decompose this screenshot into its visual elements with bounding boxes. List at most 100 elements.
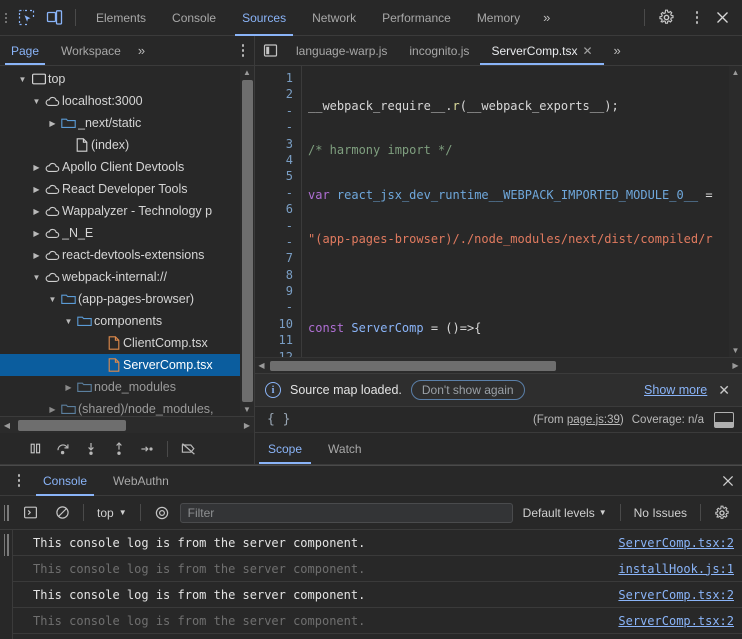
step-icon[interactable]	[134, 437, 160, 461]
code-text[interactable]: __webpack_require__.r(__webpack_exports_…	[301, 66, 742, 357]
chevron-right-icon[interactable]: ▶	[30, 251, 43, 260]
navigator-more-icon[interactable]: »	[132, 36, 151, 65]
tab-watch[interactable]: Watch	[315, 433, 375, 464]
editor-tab-incognito[interactable]: incognito.js	[398, 36, 480, 65]
scrollbar-thumb[interactable]	[18, 420, 126, 431]
show-drawer-icon[interactable]	[714, 412, 734, 428]
console-message-source-link[interactable]: ServerComp.tsx:2	[608, 614, 734, 628]
console-resize-handle[interactable]	[0, 530, 12, 639]
chevron-down-icon[interactable]: ▼	[62, 317, 75, 326]
console-message-row[interactable]: This console log is from the server comp…	[13, 608, 742, 634]
drawer-tab-webauthn[interactable]: WebAuthn	[100, 466, 182, 496]
console-message-row[interactable]: This console log is from the server comp…	[13, 530, 742, 556]
navigator-menu-icon[interactable]	[232, 36, 254, 65]
clear-console-icon[interactable]	[48, 500, 76, 526]
chevron-right-icon[interactable]: ▶	[30, 185, 43, 194]
deactivate-breakpoints-icon[interactable]	[175, 437, 201, 461]
tree-item-shared-node-modules[interactable]: ▶ (shared)/node_modules,	[0, 398, 254, 416]
drawer-menu-icon[interactable]	[8, 474, 30, 487]
tree-item-apollo-client-devtools[interactable]: ▶ Apollo Client Devtools	[0, 156, 254, 178]
inspect-element-icon[interactable]	[12, 5, 40, 31]
chevron-right-icon[interactable]: ▶	[46, 405, 59, 414]
tree-item-react-devtools-extensions[interactable]: ▶ react-devtools-extensions	[0, 244, 254, 266]
tree-item-wappalyzer[interactable]: ▶ Wappalyzer - Technology p	[0, 200, 254, 222]
tree-item-react-developer-tools[interactable]: ▶ React Developer Tools	[0, 178, 254, 200]
tree-item-node-modules[interactable]: ▶ node_modules	[0, 376, 254, 398]
scroll-left-icon[interactable]: ◀	[255, 361, 268, 370]
scrollbar-track[interactable]	[268, 361, 729, 371]
drawer-tab-console[interactable]: Console	[30, 466, 100, 496]
tree-item-app-pages-browser[interactable]: ▼ (app-pages-browser)	[0, 288, 254, 310]
tab-sources[interactable]: Sources	[229, 0, 299, 36]
console-message-source-link[interactable]: ServerComp.tsx:2	[608, 588, 734, 602]
chevron-right-icon[interactable]: ▶	[30, 207, 43, 216]
tab-performance[interactable]: Performance	[369, 0, 464, 36]
execution-context-selector[interactable]: top ▼	[91, 504, 133, 522]
chevron-right-icon[interactable]: ▶	[46, 119, 59, 128]
chevron-down-icon[interactable]: ▼	[16, 75, 29, 84]
tree-item-index[interactable]: (index)	[0, 134, 254, 156]
dont-show-again-button[interactable]: Don't show again	[411, 380, 525, 400]
editor-vertical-scrollbar[interactable]: ▲ ▼	[729, 66, 742, 357]
show-more-link[interactable]: Show more	[644, 383, 707, 397]
gear-icon[interactable]	[652, 5, 680, 31]
chevron-right-icon[interactable]: ▶	[30, 229, 43, 238]
console-message-row[interactable]: This console log is from the server comp…	[13, 556, 742, 582]
navigator-tab-workspace[interactable]: Workspace	[50, 36, 132, 65]
tab-console[interactable]: Console	[159, 0, 229, 36]
drawer-close-icon[interactable]	[714, 468, 742, 494]
chevron-right-icon[interactable]: ▶	[62, 383, 75, 392]
tab-network[interactable]: Network	[299, 0, 369, 36]
editor-horizontal-scrollbar[interactable]: ◀ ▶	[255, 357, 742, 373]
tab-elements[interactable]: Elements	[83, 0, 159, 36]
console-message-source-link[interactable]: ServerComp.tsx:2	[608, 536, 734, 550]
tab-scope[interactable]: Scope	[255, 433, 315, 464]
tree-item-n-e[interactable]: ▶ _N_E	[0, 222, 254, 244]
chevron-down-icon[interactable]: ▼	[46, 295, 59, 304]
step-out-icon[interactable]	[106, 437, 132, 461]
tree-item-localhost[interactable]: ▼ localhost:3000	[0, 90, 254, 112]
console-settings-gear-icon[interactable]	[708, 500, 736, 526]
chevron-down-icon[interactable]: ▼	[30, 97, 43, 106]
scroll-up-icon[interactable]: ▲	[732, 66, 740, 79]
scrollbar-track[interactable]	[14, 420, 240, 431]
editor-tab-close-icon[interactable]: ✕	[582, 44, 592, 58]
console-filter-input[interactable]	[180, 503, 513, 523]
scroll-up-icon[interactable]: ▲	[243, 66, 251, 79]
scrollbar-thumb[interactable]	[270, 361, 556, 371]
tree-item-clientcomp-tsx[interactable]: ClientComp.tsx	[0, 332, 254, 354]
console-log-levels-dropdown[interactable]: Default levels ▼	[517, 504, 613, 522]
console-message-source-link[interactable]: installHook.js:1	[608, 562, 734, 576]
kebab-menu-icon[interactable]	[680, 5, 708, 31]
navigator-vertical-scrollbar[interactable]: ▲ ▼	[240, 66, 254, 416]
navigator-horizontal-scrollbar[interactable]: ◀ ▶	[0, 416, 254, 433]
issues-counter[interactable]: No Issues	[628, 504, 693, 522]
pause-script-execution-icon[interactable]	[22, 437, 48, 461]
tree-item-webpack-internal[interactable]: ▼ webpack-internal://	[0, 266, 254, 288]
scroll-down-icon[interactable]: ▼	[243, 403, 251, 416]
chevron-down-icon[interactable]: ▼	[30, 273, 43, 282]
console-prompt[interactable]: ❯	[13, 634, 742, 639]
scroll-left-icon[interactable]: ◀	[0, 421, 14, 430]
show-navigator-icon[interactable]	[255, 36, 285, 65]
format-braces-icon[interactable]: { }	[263, 412, 294, 427]
file-tree[interactable]: ▼ top ▼ localhost:3000 ▶	[0, 66, 254, 416]
tree-item-servercomp-tsx[interactable]: ServerComp.tsx	[0, 354, 254, 376]
device-toolbar-icon[interactable]	[40, 5, 68, 31]
editor-tabs-more-icon[interactable]: »	[604, 36, 631, 65]
tree-item-top[interactable]: ▼ top	[0, 68, 254, 90]
page-js-link[interactable]: page.js:39	[567, 414, 620, 426]
tree-item-components[interactable]: ▼ components	[0, 310, 254, 332]
console-message-row[interactable]: This console log is from the server comp…	[13, 582, 742, 608]
navigator-tab-page[interactable]: Page	[0, 36, 50, 65]
toolbar-drag-handle[interactable]	[0, 0, 12, 36]
step-into-icon[interactable]	[78, 437, 104, 461]
console-sidebar-icon[interactable]	[16, 500, 44, 526]
scroll-right-icon[interactable]: ▶	[729, 361, 742, 370]
step-over-icon[interactable]	[50, 437, 76, 461]
scroll-right-icon[interactable]: ▶	[240, 421, 254, 430]
live-expression-icon[interactable]	[148, 500, 176, 526]
more-panels-icon[interactable]: »	[533, 0, 560, 36]
scrollbar-thumb[interactable]	[242, 80, 253, 402]
console-message-list[interactable]: This console log is from the server comp…	[0, 530, 742, 639]
